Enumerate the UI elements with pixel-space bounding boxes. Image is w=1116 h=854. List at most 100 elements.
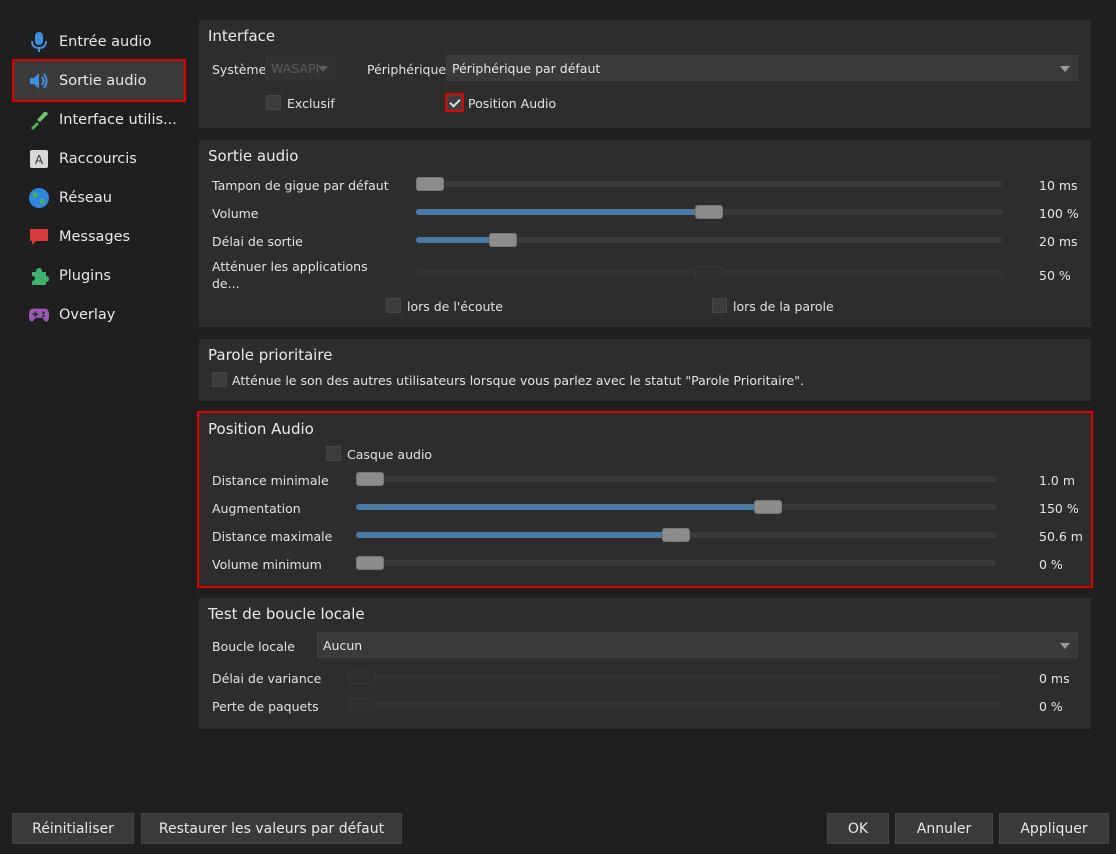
globe-icon	[28, 187, 50, 209]
volume-slider[interactable]	[416, 205, 1002, 219]
min-distance-slider[interactable]	[356, 472, 996, 486]
exclusive-label: Exclusif	[287, 96, 335, 111]
min-volume-slider[interactable]	[356, 556, 996, 570]
jitter-label: Tampon de gigue par défaut	[212, 178, 389, 193]
chevron-down-icon	[318, 66, 328, 72]
brush-icon	[28, 109, 50, 131]
slider-fill	[416, 270, 709, 276]
attenuate-label-continued: de...	[212, 276, 240, 291]
sidebar-item-audio-input[interactable]: Entrée audio	[14, 22, 184, 61]
jitter-value: 10 ms	[1039, 178, 1078, 193]
sidebar-item-label: Messages	[59, 228, 131, 245]
headphones-checkbox[interactable]	[326, 446, 341, 461]
variance-slider[interactable]	[347, 670, 1001, 684]
output-delay-slider[interactable]	[416, 233, 1002, 247]
sidebar-item-label: Entrée audio	[59, 33, 152, 50]
settings-sidebar: Entrée audio Sortie audio Interface util…	[12, 22, 186, 334]
volume-label: Volume	[212, 206, 259, 221]
slider-handle[interactable]	[356, 472, 384, 486]
speech-bubble-icon	[28, 226, 50, 248]
audio-output-group: Sortie audio Tampon de gigue par défaut …	[199, 140, 1091, 327]
sidebar-item-audio-output[interactable]: Sortie audio	[12, 59, 186, 102]
svg-text:A: A	[35, 153, 44, 167]
positional-audio-group: Position Audio Casque audio Distance min…	[197, 411, 1093, 588]
slider-handle[interactable]	[695, 266, 723, 280]
volume-value: 100 %	[1039, 206, 1079, 221]
interface-group: Interface Système WASAPI Périphérique Pé…	[199, 20, 1091, 128]
sidebar-item-label: Sortie audio	[59, 72, 147, 89]
sidebar-item-label: Overlay	[59, 306, 116, 323]
position-audio-checkbox[interactable]	[445, 93, 464, 112]
apply-button[interactable]: Appliquer	[999, 813, 1109, 844]
bloom-value: 150 %	[1039, 501, 1079, 516]
while-listening-label: lors de l'écoute	[407, 299, 503, 314]
device-label: Périphérique	[367, 62, 447, 77]
slider-fill	[356, 504, 768, 510]
attenuate-value: 50 %	[1039, 268, 1071, 283]
variance-value: 0 ms	[1039, 671, 1070, 686]
reset-button[interactable]: Réinitialiser	[12, 813, 134, 844]
loopback-value: Aucun	[323, 637, 363, 653]
slider-handle[interactable]	[347, 670, 375, 684]
puzzle-icon	[28, 265, 50, 287]
gamepad-icon	[28, 304, 50, 326]
slider-handle[interactable]	[416, 177, 444, 191]
slider-handle[interactable]	[662, 528, 690, 542]
bloom-label: Augmentation	[212, 501, 301, 516]
while-speaking-checkbox[interactable]	[712, 298, 727, 313]
restore-defaults-button[interactable]: Restaurer les valeurs par défaut	[141, 813, 402, 844]
audio-output-title: Sortie audio	[208, 147, 299, 165]
sidebar-item-label: Plugins	[59, 267, 111, 284]
output-delay-value: 20 ms	[1039, 234, 1078, 249]
jitter-slider[interactable]	[416, 177, 1002, 191]
slider-handle[interactable]	[754, 500, 782, 514]
chevron-down-icon	[1060, 643, 1070, 649]
system-label: Système	[212, 62, 267, 77]
min-distance-value: 1.0 m	[1039, 473, 1076, 488]
sidebar-item-label: Raccourcis	[59, 150, 137, 167]
slider-handle[interactable]	[695, 205, 723, 219]
slider-handle[interactable]	[347, 698, 375, 712]
priority-speaker-checkbox[interactable]	[212, 372, 227, 387]
sidebar-item-network[interactable]: Réseau	[14, 178, 184, 217]
while-speaking-label: lors de la parole	[733, 299, 834, 314]
priority-speaker-label: Atténue le son des autres utilisateurs l…	[232, 373, 804, 388]
max-distance-value: 50.6 m	[1039, 529, 1083, 544]
sidebar-item-user-interface[interactable]: Interface utilis...	[14, 100, 184, 139]
sidebar-item-plugins[interactable]: Plugins	[14, 256, 184, 295]
priority-speaker-group: Parole prioritaire Atténue le son des au…	[199, 339, 1091, 401]
packet-loss-slider[interactable]	[347, 698, 1001, 712]
while-listening-checkbox[interactable]	[386, 298, 401, 313]
min-volume-value: 0 %	[1039, 557, 1063, 572]
max-distance-slider[interactable]	[356, 528, 996, 542]
priority-speaker-title: Parole prioritaire	[208, 346, 333, 364]
system-select[interactable]: WASAPI	[265, 55, 336, 81]
device-value: Périphérique par défaut	[452, 60, 601, 76]
device-select[interactable]: Périphérique par défaut	[446, 55, 1078, 81]
positional-audio-title: Position Audio	[208, 420, 314, 438]
chevron-down-icon	[1060, 66, 1070, 72]
cancel-button[interactable]: Annuler	[895, 813, 993, 844]
loopback-select[interactable]: Aucun	[317, 632, 1078, 658]
slider-handle[interactable]	[356, 556, 384, 570]
interface-title: Interface	[208, 27, 276, 45]
slider-handle[interactable]	[489, 233, 517, 247]
sidebar-item-shortcuts[interactable]: A Raccourcis	[14, 139, 184, 178]
headphones-label: Casque audio	[347, 447, 433, 462]
sidebar-item-label: Réseau	[59, 189, 112, 206]
loopback-group: Test de boucle locale Boucle locale Aucu…	[199, 598, 1091, 729]
min-distance-label: Distance minimale	[212, 473, 329, 488]
bloom-slider[interactable]	[356, 500, 996, 514]
speaker-icon	[28, 70, 50, 92]
attenuate-slider[interactable]	[416, 266, 1002, 280]
exclusive-checkbox[interactable]	[266, 95, 281, 110]
sidebar-item-label: Interface utilis...	[59, 111, 177, 128]
sidebar-item-messages[interactable]: Messages	[14, 217, 184, 256]
packet-loss-value: 0 %	[1039, 699, 1063, 714]
ok-button[interactable]: OK	[827, 813, 889, 844]
keyboard-key-icon: A	[28, 148, 50, 170]
sidebar-item-overlay[interactable]: Overlay	[14, 295, 184, 334]
min-volume-label: Volume minimum	[212, 557, 322, 572]
slider-fill	[416, 209, 709, 215]
loopback-label: Boucle locale	[212, 639, 295, 654]
